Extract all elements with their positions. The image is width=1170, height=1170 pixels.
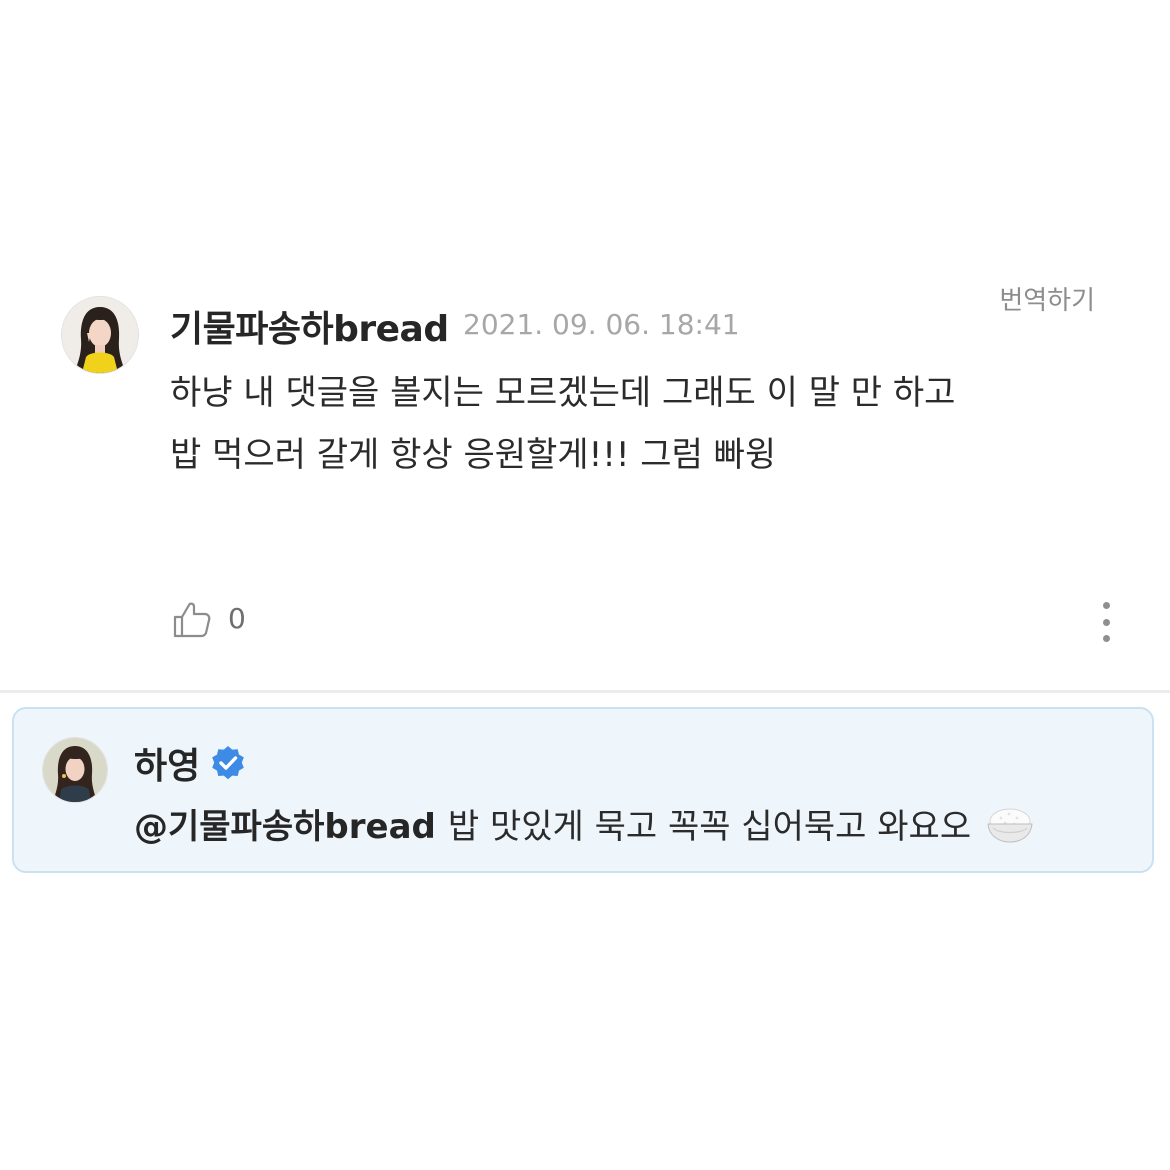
thumbs-up-icon [173,602,211,638]
mention-link[interactable]: @기물파송하bread [134,799,436,848]
comment-timestamp: 2021. 09. 06. 18:41 [463,308,740,341]
like-button[interactable] [172,600,212,640]
reply-text: 밥 맛있게 묵고 꼭꼭 십어묵고 와요오 [447,807,972,847]
commenter-avatar[interactable] [61,296,139,374]
comment-author[interactable]: 기물파송하bread [170,300,449,352]
reply-author[interactable]: 하영 [134,737,200,789]
artist-avatar-photo-icon [43,738,107,802]
comment-thread: 기물파송하bread 2021. 09. 06. 18:41 번역하기 하냥 내… [0,0,1170,1170]
more-dot-icon [1102,618,1110,626]
divider [0,690,1170,693]
comment-text: 하냥 내 댓글을 볼지는 모르겠는데 그래도 이 말 만 하고 밥 먹으러 갈게… [170,373,956,475]
artist-reply: 하영 @기물파송하bread 밥 맛있게 묵고 꼭꼭 십어묵고 와요오 [12,707,1154,873]
rice-bowl-icon [987,808,1033,843]
more-dot-icon [1102,635,1110,642]
more-options-button[interactable] [1092,602,1120,642]
more-dot-icon [1102,602,1110,609]
like-count: 0 [228,602,246,635]
reply-author-row: 하영 [134,737,246,789]
reply-text-row: @기물파송하bread 밥 맛있게 묵고 꼭꼭 십어묵고 와요오 [134,799,1035,848]
verified-badge-icon [212,746,245,780]
user-avatar-photo-icon [62,297,138,373]
translate-button[interactable]: 번역하기 [999,280,1095,317]
fan-comment: 기물파송하bread 2021. 09. 06. 18:41 번역하기 하냥 내… [0,270,1170,690]
reply-avatar[interactable] [42,737,108,803]
